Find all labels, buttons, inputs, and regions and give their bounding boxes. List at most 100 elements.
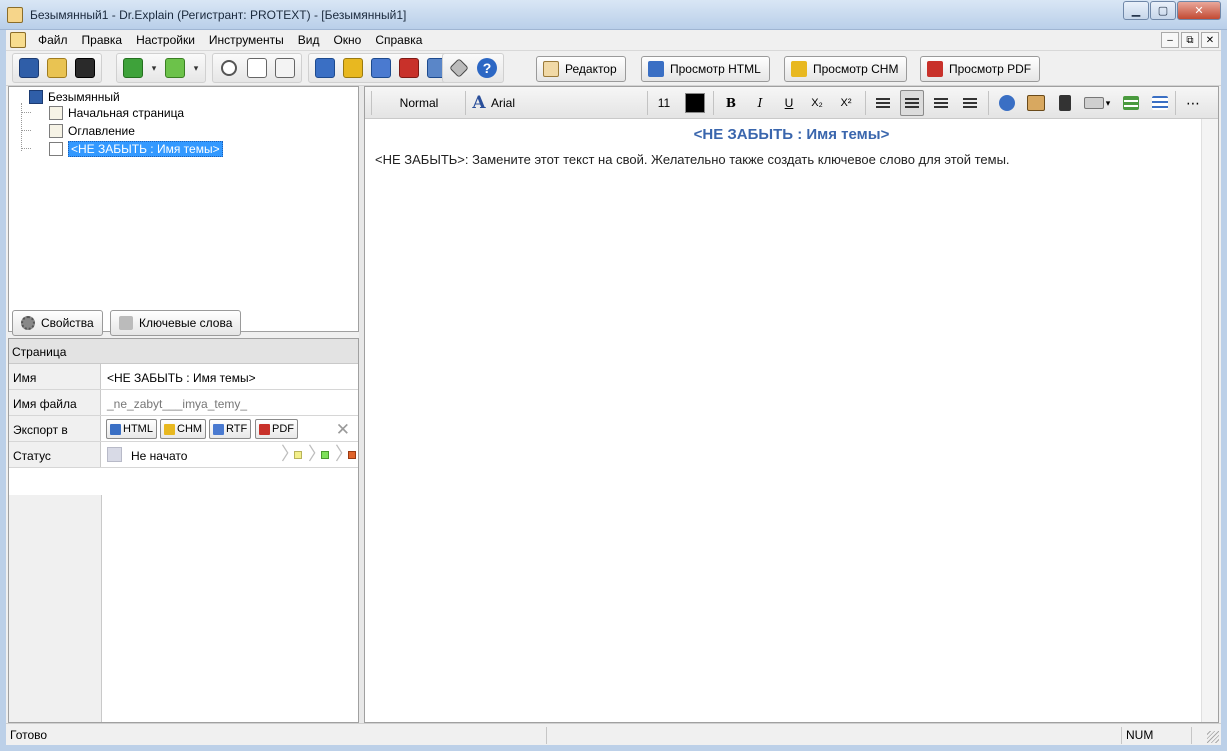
property-grid: Страница Имя <НЕ ЗАБЫТЬ : Имя темы> Имя … xyxy=(8,338,359,723)
insert-table-button[interactable] xyxy=(1119,90,1143,116)
insert-variable-button[interactable]: ▾ xyxy=(1081,90,1113,116)
more-options-button[interactable]: ⋯ xyxy=(1181,90,1205,116)
editor-panel: Normal A Arial 11 B I U X₂ X² ▾ ⋯ <НЕ ЗА… xyxy=(364,86,1219,723)
document-editing-area[interactable]: <НЕ ЗАБЫТЬ : Имя темы> <НЕ ЗАБЫТЬ>: Заме… xyxy=(365,119,1218,722)
key-icon xyxy=(119,316,133,330)
status-panel xyxy=(546,727,1122,744)
bullet-list-button[interactable] xyxy=(1148,90,1172,116)
align-center-button[interactable] xyxy=(900,90,924,116)
export-pdf-toggle[interactable]: PDF xyxy=(255,419,298,439)
mdi-restore-button[interactable]: ⧉ xyxy=(1181,32,1199,48)
resize-grip[interactable] xyxy=(1207,731,1219,743)
app-icon[interactable] xyxy=(7,7,23,23)
cut-icon[interactable] xyxy=(215,55,243,81)
tree-item-start-page[interactable]: Начальная страница xyxy=(49,104,184,121)
topic-page-icon xyxy=(49,141,63,156)
variable-icon xyxy=(1083,97,1104,109)
property-row-filename: Имя файла _ne_zabyt___imya_temy_ xyxy=(9,390,358,416)
tree-item-new-topic[interactable]: <НЕ ЗАБЫТЬ : Имя темы> xyxy=(49,140,223,157)
font-family-select[interactable]: Arial xyxy=(491,90,531,116)
settings-tools-icon[interactable] xyxy=(445,55,473,81)
help-icon[interactable]: ? xyxy=(473,55,501,81)
menu-view[interactable]: Вид xyxy=(298,33,320,47)
align-justify-button[interactable] xyxy=(958,90,982,116)
editor-scrollbar[interactable] xyxy=(1201,119,1218,722)
document-icon[interactable] xyxy=(10,32,26,48)
tree-root[interactable]: Безымянный xyxy=(29,88,120,105)
rtf-icon xyxy=(213,423,224,435)
menu-tools[interactable]: Инструменты xyxy=(209,33,284,47)
property-section-header: Страница xyxy=(9,339,358,364)
menu-window[interactable]: Окно xyxy=(333,33,361,47)
subscript-button[interactable]: X₂ xyxy=(805,90,829,116)
export-rtf-icon[interactable] xyxy=(367,55,395,81)
status-swatch[interactable] xyxy=(107,447,122,462)
toolbar-separator xyxy=(371,91,372,115)
tab-properties[interactable]: Свойства xyxy=(12,310,103,336)
tab-keywords[interactable]: Ключевые слова xyxy=(110,310,242,336)
toolbar-export-group xyxy=(308,53,454,83)
clear-export-icon[interactable]: ✕ xyxy=(336,420,350,440)
menu-help[interactable]: Справка xyxy=(375,33,422,47)
export-chm-toggle[interactable]: CHM xyxy=(160,419,207,439)
topic-heading[interactable]: <НЕ ЗАБЫТЬ : Имя темы> xyxy=(365,126,1218,143)
topic-body-text[interactable]: <НЕ ЗАБЫТЬ>: Замените этот текст на свой… xyxy=(375,152,1010,167)
menu-edit[interactable]: Правка xyxy=(82,33,123,47)
export-rtf-toggle[interactable]: RTF xyxy=(209,419,252,439)
window-minimize-button[interactable]: ▁ xyxy=(1123,1,1149,20)
copy-icon[interactable] xyxy=(243,55,271,81)
property-key: Экспорт в xyxy=(9,416,101,441)
italic-button[interactable]: I xyxy=(748,90,772,116)
toolbar-separator xyxy=(647,91,648,115)
status-stage2-button[interactable] xyxy=(321,451,329,459)
align-left-button[interactable] xyxy=(871,90,895,116)
insert-video-button[interactable] xyxy=(1053,90,1077,116)
preview-chm-button[interactable]: Просмотр CHM xyxy=(784,56,908,82)
file-name-field[interactable]: _ne_zabyt___imya_temy_ xyxy=(107,397,247,411)
preview-html-button[interactable]: Просмотр HTML xyxy=(641,56,770,82)
paste-icon[interactable] xyxy=(271,55,299,81)
pdf-icon xyxy=(259,423,270,435)
status-stage1-button[interactable] xyxy=(294,451,302,459)
topic-name-field[interactable]: <НЕ ЗАБЫТЬ : Имя темы> xyxy=(107,371,256,385)
add-topic-dropdown-icon[interactable]: ▾ xyxy=(147,55,161,81)
preview-pdf-button[interactable]: Просмотр PDF xyxy=(920,56,1041,82)
status-chevron-icon: 〉 xyxy=(335,444,353,464)
menu-settings[interactable]: Настройки xyxy=(136,33,195,47)
mdi-close-button[interactable]: ✕ xyxy=(1201,32,1219,48)
html-preview-icon xyxy=(648,61,664,77)
tree-item-contents[interactable]: Оглавление xyxy=(49,122,135,139)
superscript-button[interactable]: X² xyxy=(834,90,858,116)
export-pdf-icon[interactable] xyxy=(395,55,423,81)
insert-link-button[interactable] xyxy=(995,90,1019,116)
status-chevron-icon: 〉 xyxy=(281,444,299,464)
add-child-dropdown-icon[interactable]: ▾ xyxy=(189,55,203,81)
new-project-icon[interactable] xyxy=(15,55,43,81)
text-color-button[interactable] xyxy=(683,90,707,116)
chm-icon xyxy=(164,423,175,435)
status-stage3-button[interactable] xyxy=(348,451,356,459)
toolbar-file-group xyxy=(12,53,102,83)
editor-mode-button[interactable]: Редактор xyxy=(536,56,626,82)
align-left-icon xyxy=(876,98,890,108)
status-value[interactable]: Не начато xyxy=(131,449,187,463)
bold-button[interactable]: B xyxy=(719,90,743,116)
export-html-toggle[interactable]: HTML xyxy=(106,419,157,439)
save-icon[interactable] xyxy=(71,55,99,81)
export-html-icon[interactable] xyxy=(311,55,339,81)
gear-icon xyxy=(21,316,35,330)
export-chm-icon[interactable] xyxy=(339,55,367,81)
paragraph-style-select[interactable]: Normal xyxy=(379,90,459,116)
align-right-icon xyxy=(934,98,948,108)
add-topic-icon[interactable] xyxy=(119,55,147,81)
font-size-select[interactable]: 11 xyxy=(653,90,675,116)
align-right-button[interactable] xyxy=(929,90,953,116)
underline-button[interactable]: U xyxy=(777,90,801,116)
add-child-topic-icon[interactable] xyxy=(161,55,189,81)
window-maximize-button[interactable]: ▢ xyxy=(1150,1,1176,20)
open-icon[interactable] xyxy=(43,55,71,81)
insert-image-button[interactable] xyxy=(1024,90,1048,116)
mdi-minimize-button[interactable]: – xyxy=(1161,32,1179,48)
window-close-button[interactable]: ✕ xyxy=(1177,1,1221,20)
menu-file[interactable]: Файл xyxy=(38,33,68,47)
